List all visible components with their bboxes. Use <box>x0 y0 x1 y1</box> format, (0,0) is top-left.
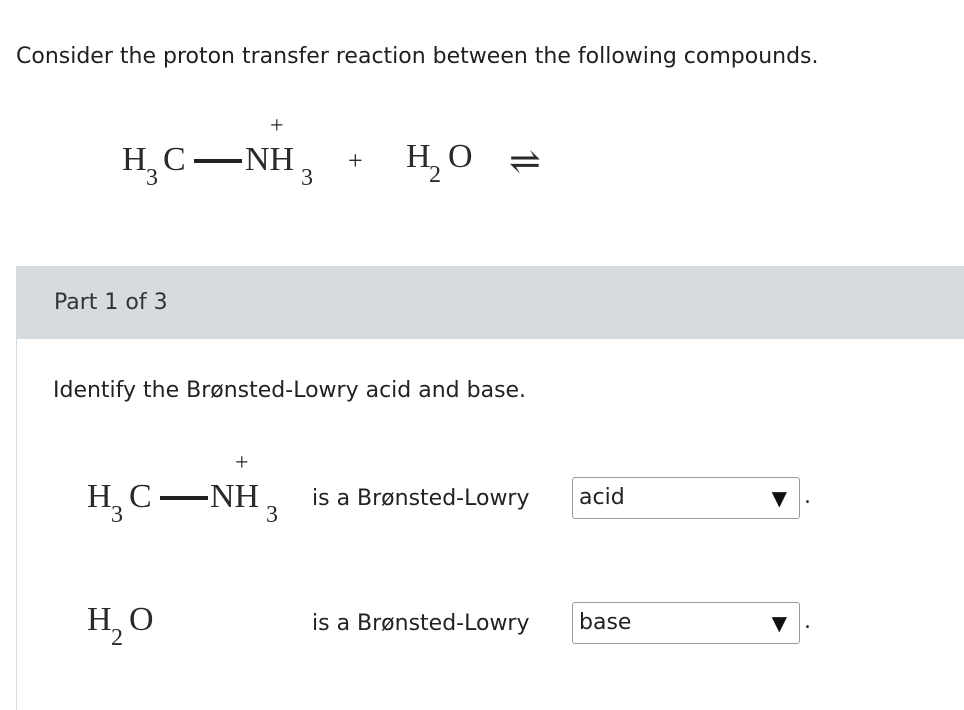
acid-base-dropdown[interactable]: base ▼ <box>572 602 800 644</box>
nh-group: NH <box>210 478 260 515</box>
carbon-symbol: C <box>129 478 152 515</box>
equilibrium-arrow-icon: ⇌ <box>509 141 541 183</box>
positive-charge: + <box>270 113 284 139</box>
positive-charge: + <box>235 450 249 476</box>
dropdown-arrow-icon: ▼ <box>771 611 787 635</box>
hydrogen-symbol: H <box>87 478 112 515</box>
dropdown-selected-value: acid <box>579 485 625 510</box>
dropdown-selected-value: base <box>579 610 632 635</box>
subscript-3: 3 <box>146 165 158 191</box>
carbon-symbol: C <box>163 141 186 178</box>
dropdown-arrow-icon: ▼ <box>771 486 787 510</box>
sentence-period: . <box>804 609 811 634</box>
part-title: Part 1 of 3 <box>54 290 168 315</box>
c-n-bond <box>194 159 242 163</box>
oxygen-symbol: O <box>448 138 473 175</box>
subscript-2: 2 <box>111 625 123 651</box>
problem-intro: Consider the proton transfer reaction be… <box>16 44 819 69</box>
subscript-3: 3 <box>301 165 313 191</box>
c-n-bond <box>160 496 208 500</box>
acid-statement: is a Brønsted-Lowry <box>312 486 530 511</box>
subscript-3: 3 <box>111 502 123 528</box>
nh-group: NH <box>245 141 295 178</box>
hydrogen-symbol: H <box>122 141 147 178</box>
sentence-period: . <box>804 484 811 509</box>
subscript-2: 2 <box>429 162 441 188</box>
hydrogen-symbol: H <box>87 601 112 638</box>
subscript-3: 3 <box>266 502 278 528</box>
acid-base-dropdown[interactable]: acid ▼ <box>572 477 800 519</box>
question-prompt: Identify the Brønsted-Lowry acid and bas… <box>53 378 527 403</box>
part-header: Part 1 of 3 <box>17 266 964 339</box>
hydrogen-symbol: H <box>406 138 431 175</box>
base-statement: is a Brønsted-Lowry <box>312 611 530 636</box>
oxygen-symbol: O <box>129 601 154 638</box>
plus-sign: + <box>348 146 363 175</box>
